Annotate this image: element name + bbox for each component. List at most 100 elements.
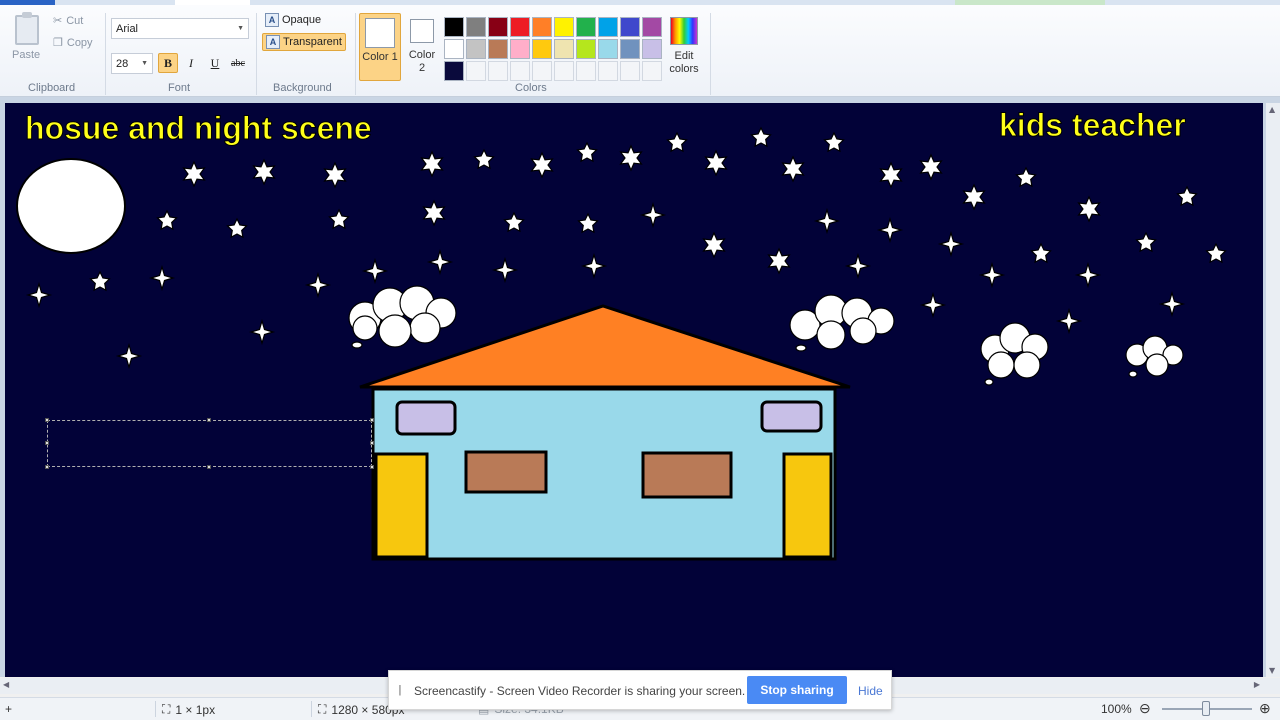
scroll-up-icon[interactable]: ▲ (1269, 105, 1275, 114)
house-top-window-left (395, 400, 457, 436)
palette-swatch[interactable] (642, 17, 662, 37)
vertical-scrollbar[interactable]: ▲ ▼ (1266, 103, 1280, 677)
color2-button[interactable]: Color 2 (401, 13, 443, 81)
palette-swatch[interactable] (444, 61, 464, 81)
palette-swatch[interactable] (576, 61, 596, 81)
font-family-select[interactable]: Arial ▼ (111, 18, 249, 39)
copy-label: Copy (66, 36, 93, 49)
cloud (348, 285, 457, 349)
group-divider (256, 13, 257, 95)
opaque-button[interactable]: A Opaque (262, 12, 324, 28)
color1-swatch (365, 18, 395, 48)
palette-swatch[interactable] (444, 39, 464, 59)
selection-size-value: 1 × 1px (175, 702, 216, 717)
copy-icon: ❐ (53, 37, 63, 49)
share-message: Screencastify - Screen Video Recorder is… (414, 684, 746, 698)
resize-handle[interactable] (207, 465, 211, 469)
palette-swatch[interactable] (576, 39, 596, 59)
resize-handle[interactable] (370, 441, 374, 445)
transparent-button[interactable]: A Transparent (262, 33, 346, 51)
resize-handle[interactable] (45, 465, 49, 469)
scroll-right-icon[interactable]: ▶ (1254, 680, 1260, 689)
text-transparent-icon: A (266, 35, 280, 49)
clipboard-group-label: Clipboard (28, 82, 76, 94)
text-selection-box[interactable] (47, 420, 372, 467)
palette-swatch[interactable] (620, 61, 640, 81)
palette-swatch[interactable] (532, 17, 552, 37)
palette-swatch[interactable] (620, 39, 640, 59)
paste-icon[interactable] (15, 12, 39, 45)
palette-swatch[interactable] (642, 39, 662, 59)
chevron-down-icon: ▼ (141, 60, 148, 67)
font-size-select[interactable]: 28 ▼ (111, 53, 153, 74)
selection-icon: ⛶ (162, 702, 171, 716)
palette-swatch[interactable] (510, 17, 530, 37)
drawing-canvas[interactable]: hosue and night scene kids teacher (5, 103, 1263, 677)
color2-label: Color (408, 49, 436, 61)
palette-swatch[interactable] (554, 61, 574, 81)
house-door-right (782, 452, 833, 559)
status-divider (155, 701, 156, 717)
house-door-left (374, 452, 429, 559)
resize-handle[interactable] (207, 418, 211, 422)
palette-swatch[interactable] (532, 61, 552, 81)
resize-handle[interactable] (370, 418, 374, 422)
color2-number: 2 (418, 62, 426, 74)
palette-swatch[interactable] (488, 61, 508, 81)
zoom-out-icon[interactable]: ⊖ (1139, 700, 1151, 717)
palette-swatch[interactable] (510, 39, 530, 59)
palette-swatch[interactable] (510, 61, 530, 81)
palette-swatch[interactable] (466, 39, 486, 59)
italic-button[interactable]: I (181, 53, 201, 73)
colors-group-label: Colors (515, 82, 547, 94)
scroll-down-icon[interactable]: ▼ (1269, 666, 1275, 675)
palette-swatch[interactable] (488, 39, 508, 59)
palette-swatch[interactable] (554, 39, 574, 59)
palette-swatch[interactable] (554, 17, 574, 37)
opaque-label: Opaque (282, 14, 322, 26)
group-divider (105, 13, 106, 95)
resize-handle[interactable] (45, 441, 49, 445)
font-family-value: Arial (116, 22, 139, 35)
transparent-label: Transparent (283, 36, 342, 48)
house-top-window-right (760, 400, 823, 433)
scroll-left-icon[interactable]: ◀ (3, 680, 9, 689)
palette-swatch[interactable] (598, 61, 618, 81)
cut-button[interactable]: ✂ Cut (53, 14, 83, 28)
paste-label: Paste (12, 49, 41, 61)
palette-swatch[interactable] (532, 39, 552, 59)
drag-handle-icon[interactable]: || (398, 684, 401, 696)
paste-button[interactable]: Paste (12, 49, 40, 61)
resize-handle[interactable] (45, 418, 49, 422)
cloud (980, 322, 1049, 386)
palette-swatch[interactable] (466, 61, 486, 81)
canvas-title-right: kids teacher (999, 107, 1186, 143)
color-spectrum-icon (670, 17, 698, 45)
palette-swatch[interactable] (576, 17, 596, 37)
screen-share-notification: || Screencastify - Screen Video Recorder… (388, 670, 892, 710)
zoom-in-icon[interactable]: ⊕ (1259, 700, 1271, 717)
palette-swatch[interactable] (642, 61, 662, 81)
underline-button[interactable]: U (205, 53, 225, 73)
palette-swatch[interactable] (598, 39, 618, 59)
palette-swatch[interactable] (444, 17, 464, 37)
copy-button[interactable]: ❐ Copy (53, 36, 93, 50)
zoom-slider-thumb[interactable] (1202, 701, 1210, 716)
color2-swatch (410, 19, 434, 43)
resize-handle[interactable] (370, 465, 374, 469)
status-divider (311, 701, 312, 717)
palette-swatch[interactable] (466, 17, 486, 37)
cloud (1125, 335, 1184, 378)
palette-swatch[interactable] (620, 17, 640, 37)
strikethrough-button[interactable]: abc (228, 53, 248, 73)
bold-button[interactable]: B (158, 53, 178, 73)
font-group-label: Font (168, 82, 191, 94)
stop-sharing-button[interactable]: Stop sharing (747, 676, 847, 704)
hide-link[interactable]: Hide (858, 684, 883, 698)
palette-swatch[interactable] (488, 17, 508, 37)
cloud (789, 294, 895, 352)
color1-button[interactable]: Color 1 (359, 13, 401, 81)
text-background-icon: A (265, 13, 279, 27)
edit-colors-button[interactable]: Edit colors (664, 17, 704, 76)
palette-swatch[interactable] (598, 17, 618, 37)
